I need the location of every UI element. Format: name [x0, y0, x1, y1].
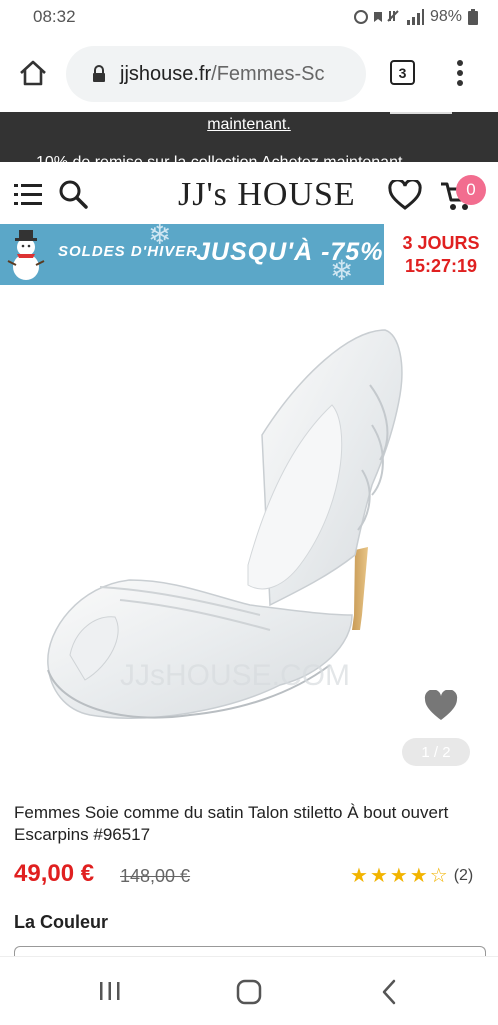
promo-divider — [390, 112, 452, 114]
system-navigation-bar — [0, 956, 498, 1025]
back-icon[interactable] — [380, 979, 398, 1005]
browser-toolbar: jjshouse.fr/Femmes-Sc 3 — [0, 34, 498, 112]
star-filled-icon: ★ — [369, 865, 388, 887]
countdown-timer: 15:27:19 — [404, 255, 478, 276]
more-options-icon[interactable] — [450, 58, 470, 88]
promo-line-1[interactable]: maintenant. — [0, 116, 498, 134]
url-domain: jjshouse.fr — [120, 62, 212, 85]
site-header: JJ's HOUSE 0 — [0, 162, 498, 224]
battery-icon — [468, 9, 478, 25]
sale-banner[interactable]: ❄ ❄ SOLDES D'HIVER JUSQU'À -75% 3 JOURS … — [0, 224, 498, 285]
promo-line-2[interactable]: 10% de remise sur la collection Achetez … — [36, 154, 402, 162]
status-time: 08:32 — [33, 7, 76, 26]
product-rating[interactable]: ★ ★ ★ ★ ☆ (2) — [350, 866, 473, 886]
url-path: /Femmes-Sc — [211, 62, 325, 85]
battery-percent: 98% — [429, 8, 462, 25]
notification-icons — [353, 10, 399, 24]
star-filled-icon: ★ — [409, 865, 428, 887]
tab-switcher-button[interactable]: 3 — [390, 60, 415, 85]
search-icon[interactable] — [58, 179, 88, 209]
color-section-label: La Couleur — [14, 912, 109, 932]
lock-icon — [93, 65, 105, 82]
status-icons: 98% — [353, 8, 478, 26]
star-filled-icon: ★ — [389, 865, 408, 887]
countdown-days: 3 JOURS — [402, 232, 480, 253]
wishlist-heart-icon[interactable] — [388, 180, 422, 210]
product-price: 49,00 € — [14, 860, 95, 887]
url-text: jjshouse.fr/Femmes-Sc — [120, 63, 325, 86]
recent-apps-icon[interactable] — [98, 981, 122, 1001]
image-pager: 1 / 2 — [402, 738, 470, 766]
home-icon[interactable] — [18, 58, 48, 88]
image-watermark: JJsHOUSE.COM — [120, 659, 350, 692]
status-bar: 08:32 98% — [0, 0, 498, 34]
star-filled-icon: ★ — [350, 865, 368, 887]
cart-count-badge[interactable]: 0 — [456, 175, 486, 205]
promo-banner[interactable]: maintenant. 10% de remise sur la collect… — [0, 112, 498, 162]
review-count[interactable]: (2) — [454, 867, 474, 885]
star-empty-icon: ☆ — [429, 865, 448, 887]
site-logo[interactable]: JJ's HOUSE — [178, 176, 356, 214]
favorite-heart-icon[interactable] — [424, 690, 458, 722]
snowman-icon — [7, 230, 45, 280]
product-old-price: 148,00 € — [120, 866, 191, 886]
banner-discount-text: JUSQU'À -75% — [196, 238, 384, 266]
url-field[interactable]: jjshouse.fr/Femmes-Sc — [66, 46, 366, 102]
signal-icon — [406, 9, 424, 25]
product-title: Femmes Soie comme du satin Talon stilett… — [14, 803, 449, 844]
home-nav-icon[interactable] — [236, 979, 262, 1005]
menu-icon[interactable] — [14, 182, 42, 208]
banner-soldes-text: SOLDES D'HIVER — [58, 243, 199, 260]
countdown-box: 3 JOURS 15:27:19 — [384, 224, 498, 285]
